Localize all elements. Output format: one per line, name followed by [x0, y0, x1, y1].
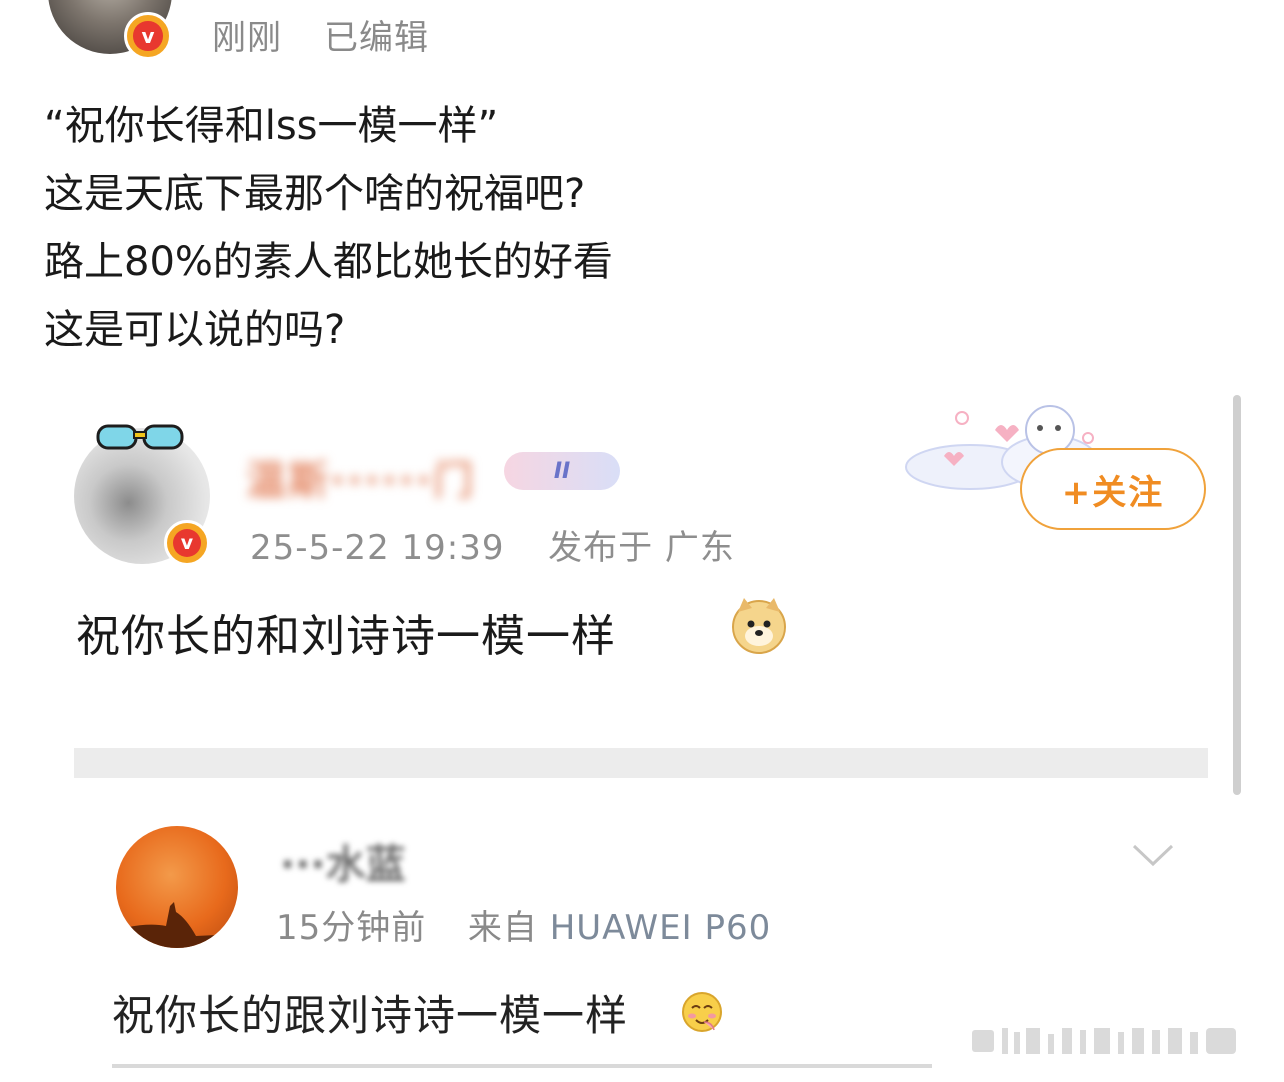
scrollbar[interactable]: [1233, 395, 1241, 795]
device-name: HUAWEI P60: [549, 908, 772, 948]
post-line: 这是天底下最那个啥的祝福吧?: [44, 171, 586, 217]
post-meta: 25-5-22 19:39 发布于 广东: [250, 520, 735, 569]
comment-time: 15分钟前: [276, 908, 427, 948]
commenter-name[interactable]: ···水蓝: [280, 832, 406, 890]
comment-meta: 15分钟前 来自 HUAWEI P60: [276, 900, 771, 949]
member-badge: II: [504, 452, 620, 490]
post-line: 路上80%的素人都比她长的好看: [44, 239, 613, 285]
verified-badge-icon: v: [124, 12, 172, 60]
commenter-avatar[interactable]: [116, 826, 238, 948]
divider: [112, 1064, 932, 1068]
silhouette-icon: [116, 902, 238, 948]
commenter-name[interactable]: 温斯······门: [246, 448, 475, 506]
blush-emoji-icon: [682, 992, 722, 1032]
verified-badge-icon: v: [164, 520, 210, 566]
doge-emoji-icon: [732, 598, 786, 654]
post-datetime: 25-5-22 19:39: [250, 528, 505, 568]
post-line: “祝你长得和lss一模一样”: [44, 103, 499, 149]
chevron-down-icon[interactable]: [1130, 840, 1176, 870]
post-time: 刚刚: [212, 18, 282, 58]
follow-button[interactable]: +关注: [1020, 448, 1206, 530]
divider: [74, 748, 1208, 778]
post-line: 这是可以说的吗?: [44, 307, 346, 353]
goggles-decoration-icon: [96, 424, 184, 450]
edited-label: 已编辑: [324, 18, 429, 58]
comment-text: 祝你长的和刘诗诗一模一样: [76, 611, 616, 662]
post-location: 发布于 广东: [548, 528, 735, 568]
source-prefix: 来自: [467, 908, 538, 948]
comment-text: 祝你长的跟刘诗诗一模一样: [112, 991, 629, 1040]
watermark-icon: [972, 1028, 1236, 1054]
post-body: “祝你长得和lss一模一样” 这是天底下最那个啥的祝福吧? 路上80%的素人都比…: [44, 92, 613, 364]
